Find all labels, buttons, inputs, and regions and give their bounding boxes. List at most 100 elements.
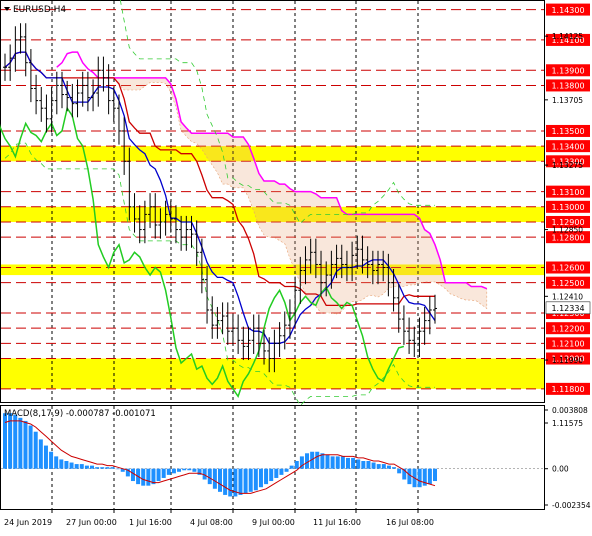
macd-histogram-bar [361, 460, 366, 469]
macd-histogram-bar [59, 459, 64, 469]
price-scale-label: 1.12410 [552, 292, 583, 301]
macd-histogram-bar [146, 468, 151, 486]
macd-histogram-bar [74, 464, 79, 469]
macd-histogram-bar [397, 468, 402, 474]
macd-histogram-bar [340, 456, 345, 469]
macd-histogram-bar [356, 459, 361, 469]
macd-histogram-bar [258, 468, 263, 488]
symbol-title-text: EURUSD,H4 [13, 5, 66, 15]
macd-histogram-bar [79, 464, 84, 469]
macd-histogram-bar [274, 468, 279, 478]
macd-histogram-bar [105, 467, 110, 469]
macd-histogram-bar [238, 468, 243, 495]
macd-histogram-bar [95, 467, 100, 469]
price-scale-label: 1.11575 [552, 419, 583, 428]
price-scale-label: 1.14125 [552, 32, 583, 41]
macd-histogram-bar [294, 460, 299, 469]
macd-histogram-bar [269, 468, 274, 482]
macd-histogram-bar [177, 468, 182, 472]
price-label-text: 1.14300 [551, 6, 584, 15]
price-label-text: 1.12100 [551, 340, 584, 349]
macd-histogram-bar [264, 468, 269, 485]
macd-histogram-bar [84, 465, 89, 469]
time-label: 24 Jun 2019 [4, 518, 52, 527]
macd-histogram-bar [90, 465, 95, 469]
time-label: 4 Jul 08:00 [190, 518, 233, 527]
macd-histogram-bar [192, 468, 197, 472]
macd-histogram-bar [351, 457, 356, 469]
price-scale-label: 1.12850 [552, 226, 583, 235]
macd-histogram-bar [289, 465, 294, 469]
chart-canvas: 0.0038080.00-0.002354 1.143001.141001.13… [0, 0, 591, 527]
macd-scale-label: 0.00 [552, 465, 569, 474]
macd-histogram-bar [223, 468, 228, 495]
macd-histogram-bar [13, 414, 18, 469]
macd-histogram-bar [248, 468, 253, 492]
price-scale-label: 1.13705 [552, 96, 583, 105]
time-label: 9 Jul 00:00 [252, 518, 295, 527]
price-label-text: 1.12800 [551, 233, 584, 242]
price-label-text: 1.13900 [551, 66, 584, 75]
macd-histogram-bar [54, 456, 59, 469]
chart-window[interactable]: 0.003808 0.00 -0.002354 1.14300 1.14100 1.13… [0, 0, 592, 532]
macd-histogram-bar [130, 468, 135, 482]
price-label-text: 1.13400 [551, 142, 584, 151]
macd-histogram-bar [335, 456, 340, 469]
macd-histogram-bar [49, 451, 54, 469]
symbol-title[interactable]: EURUSD,H4 [4, 5, 66, 15]
price-label-text: 1.13100 [551, 188, 584, 197]
macd-indicator: 0.003808 0.00 -0.002354 [1, 406, 591, 510]
macd-scale-label: 0.003808 [552, 406, 588, 415]
price-scale-label: 1.13275 [552, 161, 583, 170]
time-label: 16 Jul 08:00 [386, 518, 434, 527]
macd-scale-label: -0.002354 [552, 501, 591, 510]
macd-histogram-bar [218, 468, 222, 492]
chevron-down-icon[interactable] [4, 7, 10, 11]
macd-histogram-bar [182, 468, 187, 471]
price-label-text: 1.11800 [551, 385, 584, 394]
macd-histogram-bar [330, 456, 335, 469]
macd-histogram-bar [100, 467, 105, 469]
macd-histogram-bar [156, 468, 161, 482]
macd-histogram-bar [407, 468, 412, 485]
macd-histogram-bar [325, 454, 330, 469]
price-label-text: 1.13800 [551, 82, 584, 91]
yellow-zone [1, 358, 544, 389]
macd-histogram-bar [371, 462, 376, 469]
macd-histogram-bar [386, 465, 391, 469]
price-label-text: 1.12200 [551, 324, 584, 333]
macd-histogram-bar [18, 417, 23, 469]
macd-histogram-bar [392, 467, 397, 469]
macd-histogram-bar [171, 468, 176, 474]
macd-histogram-bar [141, 468, 146, 486]
macd-histogram-bar [33, 431, 38, 469]
macd-histogram-bar [243, 468, 248, 494]
macd-histogram-bar [3, 413, 7, 469]
time-label: 27 Jun 00:00 [66, 518, 117, 527]
macd-histogram-bar [253, 468, 258, 491]
macd-histogram-bar [284, 468, 289, 472]
macd-histogram-bar [279, 468, 284, 475]
macd-histogram-bar [417, 468, 422, 488]
price-label-text: 1.13000 [551, 203, 584, 212]
macd-histogram-bar [187, 468, 192, 471]
macd-histogram-bar [381, 464, 386, 469]
macd-histogram-bar [69, 462, 74, 469]
macd-histogram-bar [161, 468, 166, 478]
yellow-zone [1, 264, 544, 276]
macd-histogram-bar [115, 468, 120, 470]
price-scale: 1.143001.141001.139001.138001.135001.134… [544, 3, 591, 428]
macd-histogram-bar [345, 457, 350, 469]
macd-histogram-bar [207, 468, 212, 485]
current-price-label: 1.12334 [551, 304, 584, 313]
macd-panel-frame [0, 405, 545, 510]
macd-histogram-bar [38, 439, 43, 469]
macd-histogram-bar [110, 467, 115, 469]
macd-histogram-bar [366, 460, 371, 469]
price-label-text: 1.13500 [551, 127, 584, 136]
time-label: 11 Jul 16:00 [313, 518, 361, 527]
yellow-zone [1, 146, 544, 162]
macd-histogram-bar [376, 464, 381, 469]
macd-histogram-bar [305, 453, 310, 469]
macd-histogram-bar [212, 468, 217, 489]
